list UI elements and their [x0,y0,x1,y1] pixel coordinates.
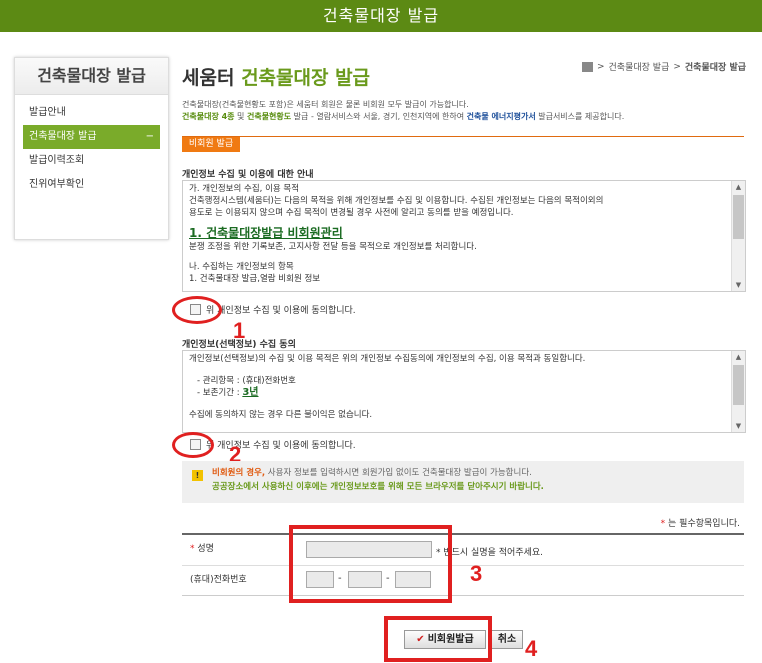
annotation-circle-2 [172,432,214,458]
cancel-button[interactable]: 취소 [491,630,523,649]
name-label: * 성명 [190,544,214,554]
consent1-line: 건축행정시스템(세움터)는 다음의 목적을 위해 개인정보를 수집 및 이용합니… [189,196,604,206]
breadcrumb-sep: > [673,61,681,72]
intro-text: 건축물대장(건축물현황도 포함)은 세움터 회원은 물론 비회원 모두 발급이 … [182,99,742,123]
scroll-up-icon[interactable]: ▲ [732,181,745,193]
annotation-number-4: 4 [525,636,538,661]
required-note: * 는 필수항목입니다. [660,519,740,529]
sidebar-item-issue[interactable]: 건축물대장 발급 − [23,125,160,149]
sidebar-item-guide[interactable]: 발급안내 [23,101,160,125]
sidebar-item-label: 건축물대장 발급 [29,131,97,142]
banner-title: 건축물대장 발급 [322,6,440,25]
consent1-line: 가. 개인정보의 수집, 이용 목적 [189,184,300,194]
consent2-agree[interactable]: 위 개인정보 수집 및 이용에 동의합니다. [190,438,356,451]
scroll-down-icon[interactable]: ▼ [732,279,745,291]
sidebar-title: 건축물대장 발급 [15,58,168,95]
form-table: * 성명 * 반드시 실명을 적어주세요. (휴대)전화번호 - - [182,533,744,596]
minus-icon: − [145,131,154,142]
consent1-line: 용도로 는 이용되지 않으며 수집 목적이 변경될 경우 사전에 알리고 동의를… [189,208,514,218]
scroll-thumb[interactable] [733,365,744,405]
scroll-down-icon[interactable]: ▼ [732,420,745,432]
consent2-line: 개인정보(선택정보)의 수집 및 이용 목적은 위의 개인정보 수집동의에 개인… [189,354,586,364]
scrollbar[interactable]: ▲ ▼ [731,351,745,432]
notice-line-2: 공공장소에서 사용하신 이후에는 개인정보보호를 위해 모든 브라우저를 닫아주… [212,482,544,492]
breadcrumb: > 건축물대장 발급 > 건축물대장 발급 [581,60,746,73]
scrollbar[interactable]: ▲ ▼ [731,181,745,291]
scroll-thumb[interactable] [733,195,744,239]
page-title: 세움터 건축물대장 발급 [182,63,370,90]
consent2-line: 수집에 동의하지 않는 경우 다른 불이익은 없습니다. [189,410,373,420]
consent1-line: 1. 건축물대장 발급,열람 비회원 정보 [189,274,321,284]
consent1-line: 나. 수집하는 개인정보의 항목 [189,262,294,272]
intro-line-1: 건축물대장(건축물현황도 포함)은 세움터 회원은 물론 비회원 모두 발급이 … [182,100,469,109]
title-main: 건축물대장 발급 [241,67,371,89]
warning-icon: ! [192,470,203,481]
consent2-item: - 보존기간 : 3년 [197,387,259,398]
phone-label: (휴대)전화번호 [190,575,247,585]
home-icon[interactable] [581,61,593,72]
sidebar-item-history[interactable]: 발급이력조회 [23,149,160,173]
sidebar-item-verify[interactable]: 진위여부확인 [23,173,160,197]
consent1-textbox[interactable]: 가. 개인정보의 수집, 이용 목적 건축행정시스템(세움터)는 다음의 목적을… [182,180,746,292]
annotation-number-3: 3 [470,561,483,586]
consent1-checkbox-label: 위 개인정보 수집 및 이용에 동의합니다. [206,306,356,316]
consent1-line: 분쟁 조정을 위한 기록보존, 고지사항 전달 등을 목적으로 개인정보를 처리… [189,242,477,252]
top-banner: 건축물대장 발급 [0,0,762,32]
breadcrumb-current: 건축물대장 발급 [684,63,746,73]
notice-box: ! 비회원의 경우, 사용자 정보를 입력하시면 회원가입 없이도 건축물대장 … [182,461,744,503]
notice-line-1: 비회원의 경우, 사용자 정보를 입력하시면 회원가입 없이도 건축물대장 발급… [212,468,532,478]
form-row-phone: (휴대)전화번호 - - [182,565,744,595]
annotation-circle-1 [172,296,222,324]
breadcrumb-sep: > [596,61,605,72]
breadcrumb-item[interactable]: 건축물대장 발급 [609,60,670,73]
consent2-textbox[interactable]: 개인정보(선택정보)의 수집 및 이용 목적은 위의 개인정보 수집동의에 개인… [182,350,746,433]
intro-line-2: 건축물대장 4종 및 건축물현황도 발급 - 열람서비스와 서울, 경기, 인천… [182,112,625,121]
consent1-link: 1. 건축물대장발급 비회원관리 [189,226,343,240]
sidebar: 건축물대장 발급 발급안내 건축물대장 발급 − 발급이력조회 진위여부확인 [14,57,169,240]
title-prefix: 세움터 [182,67,242,89]
name-hint: * 반드시 실명을 적어주세요. [436,548,544,558]
tab-nonmember[interactable]: 비회원 발급 [182,137,240,152]
consent1-title: 개인정보 수집 및 이용에 대한 안내 [182,170,314,180]
scroll-up-icon[interactable]: ▲ [732,351,745,363]
form-row-name: * 성명 * 반드시 실명을 적어주세요. [182,535,744,564]
consent2-title: 개인정보(선택정보) 수집 동의 [182,340,296,350]
annotation-box-4 [384,616,492,662]
consent2-item: - 관리항목 : (휴대)전화번호 [197,376,296,386]
divider [182,136,744,137]
annotation-box-3 [289,525,452,603]
